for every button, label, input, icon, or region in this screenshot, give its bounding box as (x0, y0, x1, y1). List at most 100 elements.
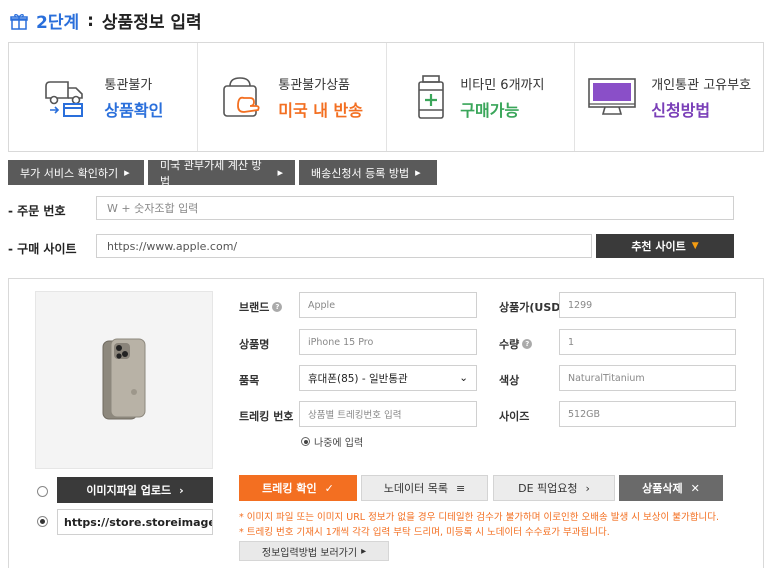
caret-down-icon: ▼ (691, 241, 699, 251)
upload-radio[interactable] (37, 486, 48, 497)
service-bar: 부가 서비스 확인하기 ▸ 미국 관부가세 계산 방법 ▸ 배송신청서 등록 방… (8, 159, 437, 188)
help-icon[interactable]: ? (272, 302, 283, 312)
radio-dot (301, 437, 310, 446)
url-radio[interactable] (37, 516, 48, 527)
chevron-right-icon: ▸ (124, 166, 130, 179)
delete-product-button[interactable]: 상품삭제 ✕ (619, 475, 723, 501)
product-panel: 이미지파일 업로드 › https://store.storeimages.c … (8, 278, 764, 568)
price-label: 상품가(USD) (499, 301, 566, 314)
recommend-site-button[interactable]: 추천 사이트 ▼ (596, 234, 734, 258)
guide-button[interactable]: 정보입력방법 보러가기 ▸ (239, 541, 389, 561)
info-top-text: 통관불가 (104, 77, 153, 93)
tax-calc-button[interactable]: 미국 관부가세 계산 방법 ▸ (148, 159, 295, 188)
nodata-list-button[interactable]: 노데이터 목록 ≡ (361, 475, 488, 501)
de-pickup-label: DE 픽업요청 (518, 482, 578, 495)
color-label: 색상 (499, 374, 520, 387)
iphone-image (102, 338, 146, 420)
order-number-label: - 주문 번호 (8, 204, 66, 218)
order-number-input[interactable]: W + 숫자조합 입력 (96, 196, 734, 220)
chevron-right-icon: ▸ (415, 166, 421, 179)
tracking-label: 트레킹 번호 (239, 410, 294, 423)
image-url-input[interactable]: https://store.storeimages.c (57, 509, 213, 535)
page-title: 상품정보 입력 (101, 13, 202, 33)
check-icon: ✓ (324, 481, 334, 495)
chevron-right-icon: ▸ (361, 545, 367, 557)
tracking-input[interactable]: 상품별 트레킹번호 입력 (299, 401, 477, 427)
brand-label: 브랜드 ? (239, 299, 283, 315)
chevron-right-icon: › (179, 483, 184, 497)
step-separator: : (87, 10, 94, 31)
guide-label: 정보입력방법 보러가기 (261, 547, 358, 559)
close-icon: ✕ (690, 481, 700, 495)
de-pickup-button[interactable]: DE 픽업요청 › (493, 475, 615, 501)
size-value: 512GB (568, 408, 601, 420)
service-label: 부가 서비스 확인하기 (20, 166, 119, 180)
product-name-input[interactable]: iPhone 15 Pro (299, 329, 477, 355)
monitor-icon (588, 78, 637, 115)
help-icon[interactable]: ? (522, 339, 533, 349)
gift-icon (10, 13, 28, 30)
order-number-placeholder: W + 숫자조합 입력 (107, 202, 199, 215)
brand-input[interactable]: Apple (299, 292, 477, 318)
product-name-label: 상품명 (239, 338, 270, 351)
step-title: 2단계 : 상품정보 입력 (10, 8, 202, 33)
purchase-site-value: https://www.apple.com/ (107, 239, 238, 253)
service-label: 미국 관부가세 계산 방법 (160, 158, 262, 188)
info-bottom-text: 신청방법 (651, 100, 711, 120)
chevron-right-icon: › (585, 481, 590, 495)
category-value: 휴대폰(85) - 일반통관 (308, 372, 408, 385)
step-number: 2단계 (36, 13, 80, 33)
price-value: 1299 (568, 299, 593, 311)
purchase-site-input[interactable]: https://www.apple.com/ (96, 234, 592, 258)
purchase-site-label: - 구매 사이트 (8, 242, 77, 256)
price-input[interactable]: 1299 (559, 292, 736, 318)
enter-later-label: 나중에 입력 (314, 438, 364, 449)
image-upload-button[interactable]: 이미지파일 업로드 › (57, 477, 213, 503)
size-input[interactable]: 512GB (559, 401, 736, 427)
category-label: 품목 (239, 374, 260, 387)
menu-icon: ≡ (456, 481, 466, 495)
delete-product-label: 상품삭제 (642, 482, 683, 495)
info-item-customs-check[interactable]: 통관불가 상품확인 (9, 43, 198, 151)
info-item-customs-code[interactable]: 개인통관 고유부호 신청방법 (575, 43, 763, 151)
size-label: 사이즈 (499, 410, 530, 423)
info-banner: 통관불가 상품확인 통관불가상품 미국 내 반송 비타민 6개까지 구매가능 개… (8, 42, 764, 152)
quantity-label: 수량 ? (499, 336, 533, 352)
brand-label-text: 브랜드 (239, 301, 270, 314)
upload-label: 이미지파일 업로드 (86, 484, 172, 497)
info-item-return[interactable]: 통관불가상품 미국 내 반송 (198, 43, 387, 151)
notice-tracking: * 트레킹 번호 기재시 1개씩 각각 입력 부탁 드리며, 미등록 시 노데이… (239, 527, 610, 538)
product-image (35, 291, 213, 469)
brand-value: Apple (308, 299, 336, 311)
info-bottom-text: 미국 내 반송 (278, 100, 363, 120)
chevron-right-icon: ▸ (277, 166, 283, 179)
info-bottom-text: 상품확인 (104, 100, 164, 120)
image-url-value: https://store.storeimages.c (64, 515, 212, 529)
info-item-vitamin[interactable]: 비타민 6개까지 구매가능 (387, 43, 576, 151)
info-bottom-text: 구매가능 (460, 100, 520, 120)
color-input[interactable]: NaturalTitanium (559, 365, 736, 391)
quantity-input[interactable]: 1 (559, 329, 736, 355)
product-name-value: iPhone 15 Pro (308, 336, 374, 348)
info-top-text: 통관불가상품 (278, 77, 351, 93)
quantity-value: 1 (568, 336, 575, 348)
delivery-truck-icon (45, 81, 84, 117)
notice-image: * 이미지 파일 또는 이미지 URL 정보가 없을 경우 디테일한 검수가 불… (239, 512, 719, 523)
nodata-list-label: 노데이터 목록 (383, 482, 448, 495)
info-top-text: 비타민 6개까지 (460, 77, 545, 93)
enter-later-option[interactable]: 나중에 입력 (301, 434, 363, 449)
recommend-label: 추천 사이트 (631, 240, 686, 253)
vitamin-bottle-icon (418, 75, 445, 119)
tracking-check-button[interactable]: 트레킹 확인 ✓ (239, 475, 357, 501)
shipping-form-button[interactable]: 배송신청서 등록 방법 ▸ (299, 160, 437, 185)
chevron-down-icon: ⌄ (459, 372, 468, 384)
service-check-button[interactable]: 부가 서비스 확인하기 ▸ (8, 160, 144, 185)
category-select[interactable]: 휴대폰(85) - 일반통관 ⌄ (299, 365, 477, 391)
info-top-text: 개인통관 고유부호 (651, 77, 752, 93)
tracking-check-label: 트레킹 확인 (262, 482, 317, 495)
return-bag-icon (223, 77, 260, 117)
color-value: NaturalTitanium (568, 372, 645, 384)
service-label: 배송신청서 등록 방법 (311, 166, 410, 180)
tracking-placeholder: 상품별 트레킹번호 입력 (308, 410, 402, 421)
quantity-label-text: 수량 (499, 338, 520, 351)
